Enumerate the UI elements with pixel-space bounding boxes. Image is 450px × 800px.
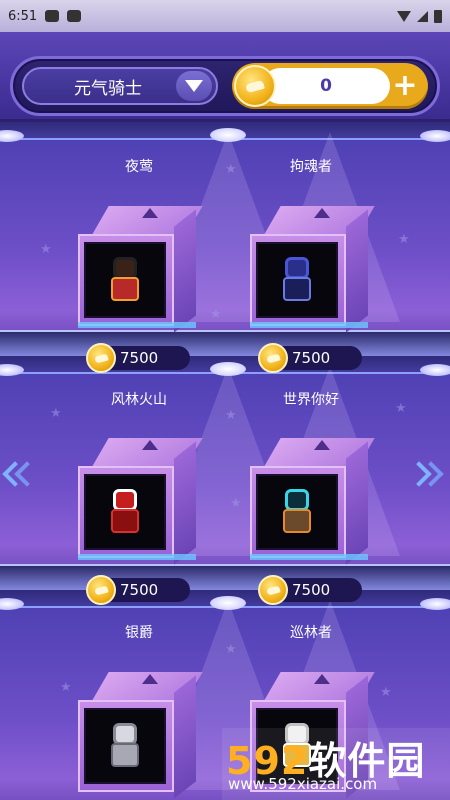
- character-preview: [84, 242, 166, 318]
- price-tag: 7500: [258, 575, 362, 605]
- blind-box-card[interactable]: [250, 438, 375, 565]
- character-sprite-icon: [275, 487, 319, 537]
- app-notification-icon: [67, 10, 82, 22]
- blind-box-card[interactable]: [250, 206, 375, 333]
- watermark-url: www.592xiazai.com: [228, 775, 378, 793]
- character-sprite-icon: [103, 721, 147, 771]
- coin-balance-bar: 0 +: [232, 63, 428, 109]
- spotlight-icon: [210, 596, 246, 610]
- star-icon: ★: [60, 680, 72, 695]
- star-icon: ★: [40, 242, 52, 257]
- coin-icon: [234, 65, 276, 107]
- spotlight-icon: [420, 130, 450, 142]
- hanger-icon: [314, 208, 330, 218]
- star-icon: ★: [380, 685, 392, 700]
- notification-icon: [45, 10, 60, 22]
- coin-balance: 0: [262, 68, 390, 104]
- game-selector[interactable]: 元气骑士: [22, 67, 218, 105]
- battery-icon: [434, 9, 442, 23]
- coin-icon: [86, 343, 116, 373]
- star-icon: ★: [225, 162, 237, 177]
- coin-icon: [258, 343, 288, 373]
- hanger-icon: [142, 440, 158, 450]
- hanger-icon: [314, 674, 330, 684]
- character-sprite-icon: [103, 255, 147, 305]
- spotlight-icon: [0, 130, 24, 142]
- double-chevron-right-icon: [406, 461, 444, 487]
- spotlight-icon: [0, 364, 24, 376]
- signal-icon: [417, 10, 428, 22]
- character-preview: [256, 474, 338, 550]
- star-icon: ★: [225, 408, 237, 423]
- price-value: 7500: [120, 349, 159, 367]
- item-name: 巡林者: [290, 625, 332, 641]
- spotlight-icon: [0, 598, 24, 610]
- spotlight-icon: [420, 364, 450, 376]
- spotlight-icon: [210, 128, 246, 142]
- character-preview: [256, 242, 338, 318]
- triangle-down-icon: [185, 80, 203, 92]
- item-name: 拘魂者: [290, 159, 332, 175]
- wifi-icon: [397, 10, 411, 22]
- blind-box-card[interactable]: [78, 206, 203, 333]
- item-name: 风林火山: [111, 392, 167, 408]
- hanger-icon: [314, 440, 330, 450]
- dropdown-button[interactable]: [176, 71, 212, 101]
- status-time: 6:51: [8, 8, 38, 24]
- game-selector-label: 元气骑士: [74, 78, 142, 99]
- price-tag: 7500: [258, 343, 362, 373]
- item-name: 银爵: [125, 625, 153, 641]
- blind-box-card[interactable]: [78, 672, 203, 799]
- character-preview: [84, 474, 166, 550]
- next-page-button[interactable]: [406, 452, 444, 496]
- price-value: 7500: [292, 349, 331, 367]
- item-name: 世界你好: [283, 392, 339, 408]
- coin-icon: [258, 575, 288, 605]
- star-icon: ★: [230, 496, 242, 511]
- price-value: 7500: [292, 581, 331, 599]
- star-icon: ★: [398, 232, 410, 247]
- add-coins-button[interactable]: +: [390, 71, 420, 101]
- coin-icon: [86, 575, 116, 605]
- blind-box-card[interactable]: [78, 438, 203, 565]
- star-icon: ★: [395, 401, 407, 416]
- status-bar: 6:51: [0, 0, 450, 32]
- price-value: 7500: [120, 581, 159, 599]
- star-icon: ★: [225, 642, 237, 657]
- double-chevron-left-icon: [2, 461, 40, 487]
- hanger-icon: [142, 208, 158, 218]
- price-tag: 7500: [86, 575, 190, 605]
- item-name: 夜莺: [125, 159, 153, 175]
- character-sprite-icon: [275, 255, 319, 305]
- character-sprite-icon: [103, 487, 147, 537]
- spotlight-icon: [420, 598, 450, 610]
- character-preview: [84, 708, 166, 784]
- prev-page-button[interactable]: [2, 452, 40, 496]
- price-tag: 7500: [86, 343, 190, 373]
- spotlight-icon: [210, 362, 246, 376]
- star-icon: ★: [50, 406, 62, 421]
- star-icon: ★: [210, 307, 222, 322]
- hanger-icon: [142, 674, 158, 684]
